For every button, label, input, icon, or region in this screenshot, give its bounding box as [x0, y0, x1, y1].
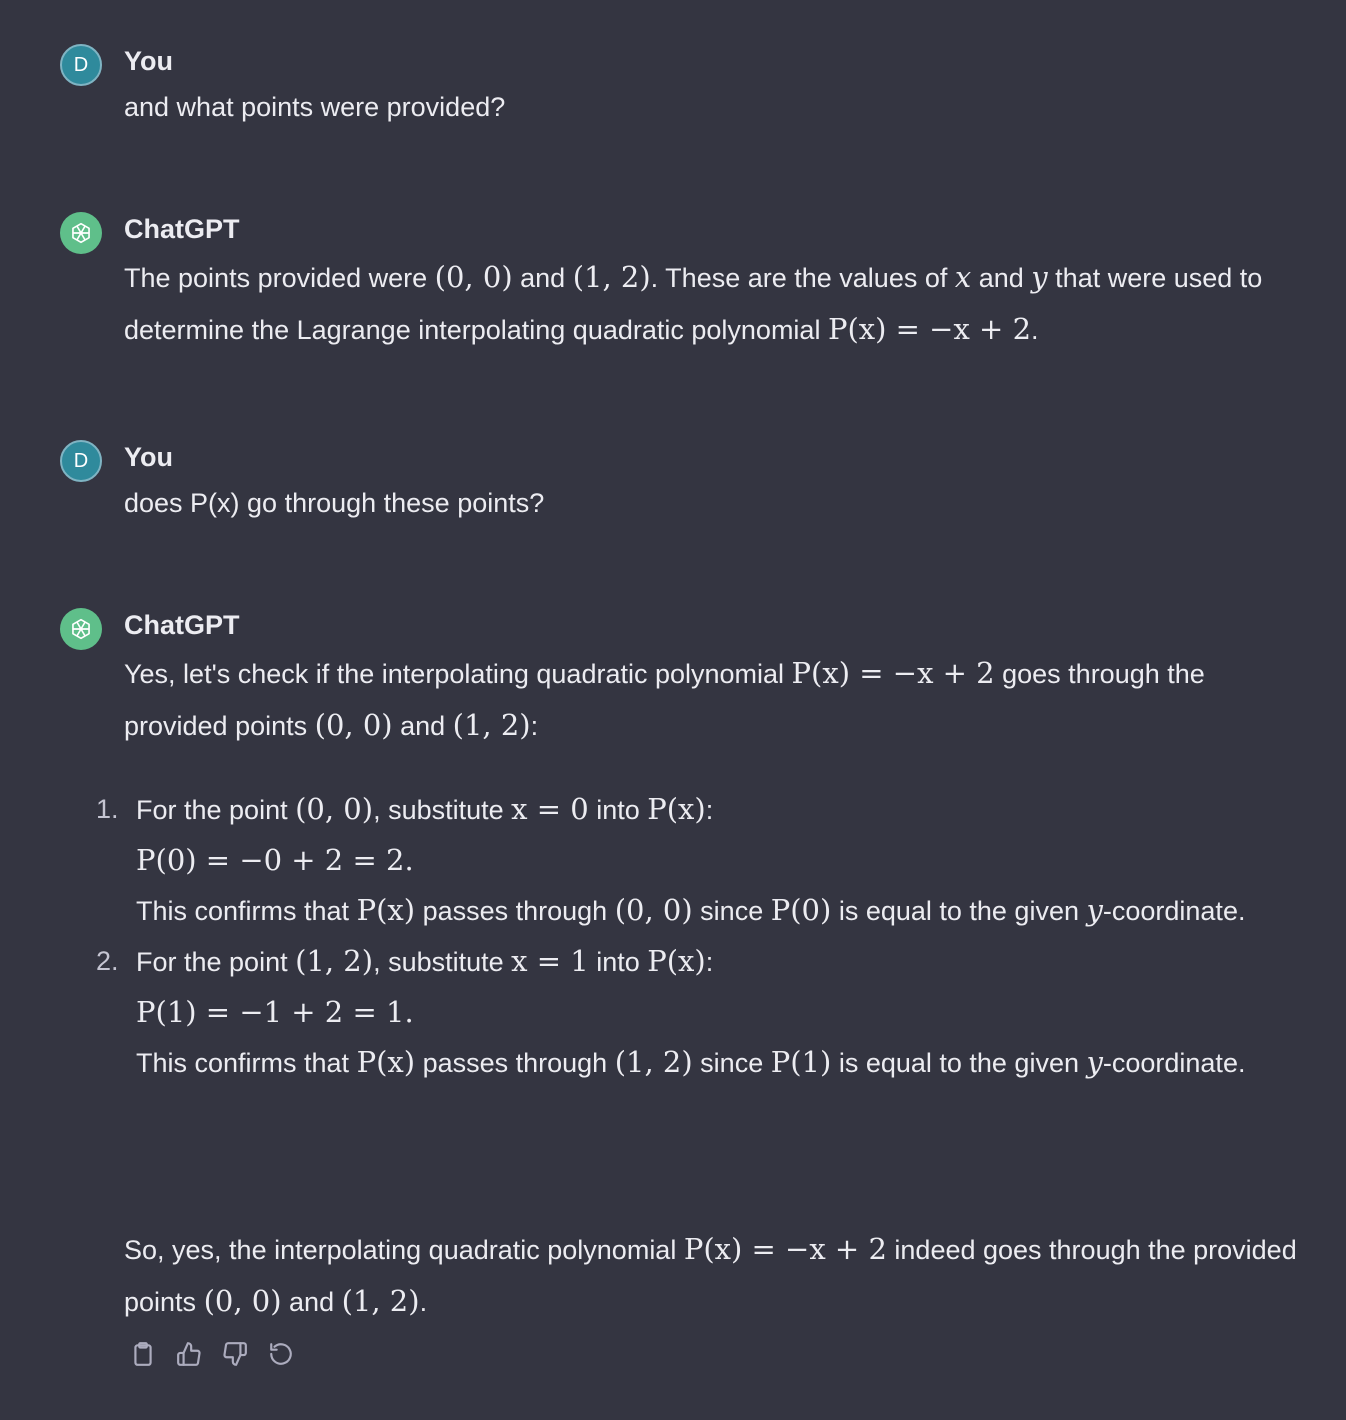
math-point: (1, 2) [295, 944, 374, 978]
message-assistant-2: ChatGPT Yes, let's check if the interpol… [60, 608, 1306, 1328]
text-span: -coordinate. [1102, 896, 1246, 926]
regenerate-button[interactable] [266, 1338, 296, 1370]
text-span: and [971, 263, 1032, 293]
text-span: For the point [136, 795, 296, 825]
text-span: So, yes, the interpolating quadratic pol… [124, 1235, 684, 1265]
text-span: is equal to the given [831, 896, 1087, 926]
text-span: into [588, 795, 648, 825]
text-span: is equal to the given [831, 1048, 1087, 1078]
confirmation-text: This confirms that P(x) passes through (… [136, 885, 1306, 936]
text-span: since [692, 896, 771, 926]
math-y: y [1086, 893, 1103, 927]
chatgpt-avatar [60, 608, 102, 650]
text-span: and [281, 1287, 342, 1317]
math-point-1-2: (1, 2) [572, 260, 651, 294]
text-span: . [1031, 315, 1039, 345]
list-item: 2. For the point (1, 2), substitute x = … [60, 936, 1306, 1088]
list-number: 1. [96, 794, 119, 824]
math-substitution: x = 1 [511, 944, 589, 978]
math-px: P(x) [356, 1045, 416, 1079]
math-point-1-2: (1, 2) [452, 708, 531, 742]
user-avatar: D [60, 440, 102, 482]
text-span: : [530, 711, 539, 741]
message-intro: Yes, let's check if the interpolating qu… [124, 648, 1306, 752]
text-span: since [692, 1048, 771, 1078]
math-value: P(0) [770, 893, 832, 927]
user-avatar: D [60, 44, 102, 86]
confirmation-text: This confirms that P(x) passes through (… [136, 1037, 1306, 1088]
thumbs-down-icon [223, 1342, 247, 1366]
text-span: This confirms that [136, 1048, 357, 1078]
math-substitution: x = 0 [511, 792, 589, 826]
chatgpt-avatar [60, 212, 102, 254]
math-point-0-0: (0, 0) [314, 708, 393, 742]
author-name: ChatGPT [124, 214, 240, 244]
text-span: , substitute [373, 795, 512, 825]
math-px: P(x) [647, 944, 706, 978]
text-span: into [588, 947, 648, 977]
math-point-0-0: (0, 0) [434, 260, 513, 294]
math-equation: P(0) = −0 + 2 = 2. [136, 843, 414, 877]
text-span: : [705, 795, 714, 825]
math-point: (1, 2) [614, 1045, 693, 1079]
author-name: ChatGPT [124, 610, 240, 640]
message-text: and what points were provided? [124, 92, 506, 122]
math-y: y [1031, 260, 1048, 294]
thumbs-up-button[interactable] [174, 1338, 204, 1370]
text-span: This confirms that [136, 896, 357, 926]
math-point: (0, 0) [614, 893, 693, 927]
math-px: P(x) [356, 893, 416, 927]
math-x: x [954, 260, 972, 294]
openai-logo-icon [72, 618, 90, 640]
text-span: and [392, 711, 453, 741]
text-span: passes through [415, 896, 615, 926]
math-point-0-0: (0, 0) [203, 1284, 282, 1318]
step-line: For the point (1, 2), substitute x = 1 i… [136, 936, 1306, 987]
avatar-letter: D [73, 53, 89, 76]
copy-button[interactable] [128, 1338, 158, 1370]
text-span: -coordinate. [1102, 1048, 1246, 1078]
math-point-1-2: (1, 2) [341, 1284, 420, 1318]
regenerate-icon [270, 1343, 292, 1365]
author-name: You [124, 442, 173, 472]
text-span: , substitute [373, 947, 512, 977]
steps-list: 1. For the point (0, 0), substitute x = … [60, 784, 1306, 1088]
math-polynomial: P(x) = −x + 2 [791, 656, 995, 690]
step-line: For the point (0, 0), substitute x = 0 i… [136, 784, 1306, 835]
text-span: For the point [136, 947, 296, 977]
list-item: 1. For the point (0, 0), substitute x = … [60, 784, 1306, 936]
openai-logo-icon [72, 222, 90, 244]
clipboard-icon [134, 1342, 152, 1366]
math-point: (0, 0) [295, 792, 374, 826]
message-conclusion: So, yes, the interpolating quadratic pol… [124, 1224, 1306, 1328]
text-span: The points provided were [124, 263, 435, 293]
message-text: The points provided were (0, 0) and (1, … [124, 252, 1306, 356]
text-span: : [705, 947, 714, 977]
message-assistant-1: ChatGPT The points provided were (0, 0) … [60, 212, 1306, 362]
text-span: and [512, 263, 573, 293]
text-span: Yes, let's check if the interpolating qu… [124, 659, 792, 689]
math-equation: P(1) = −1 + 2 = 1. [136, 995, 414, 1029]
math-value: P(1) [770, 1045, 832, 1079]
message-text: does P(x) go through these points? [124, 488, 545, 518]
text-span: . [419, 1287, 428, 1317]
thumbs-down-button[interactable] [220, 1338, 250, 1370]
author-name: You [124, 46, 173, 76]
avatar-letter: D [73, 449, 89, 472]
message-user-1: D You and what points were provided? [60, 44, 1306, 134]
math-y: y [1086, 1045, 1103, 1079]
thumbs-up-icon [177, 1342, 201, 1366]
math-polynomial: P(x) = −x + 2 [827, 312, 1032, 346]
text-span: passes through [415, 1048, 615, 1078]
list-number: 2. [96, 946, 119, 976]
math-polynomial: P(x) = −x + 2 [683, 1232, 887, 1266]
message-user-2: D You does P(x) go through these points? [60, 440, 1306, 530]
text-span: . These are the values of [650, 263, 955, 293]
message-actions [128, 1338, 296, 1370]
math-px: P(x) [647, 792, 706, 826]
